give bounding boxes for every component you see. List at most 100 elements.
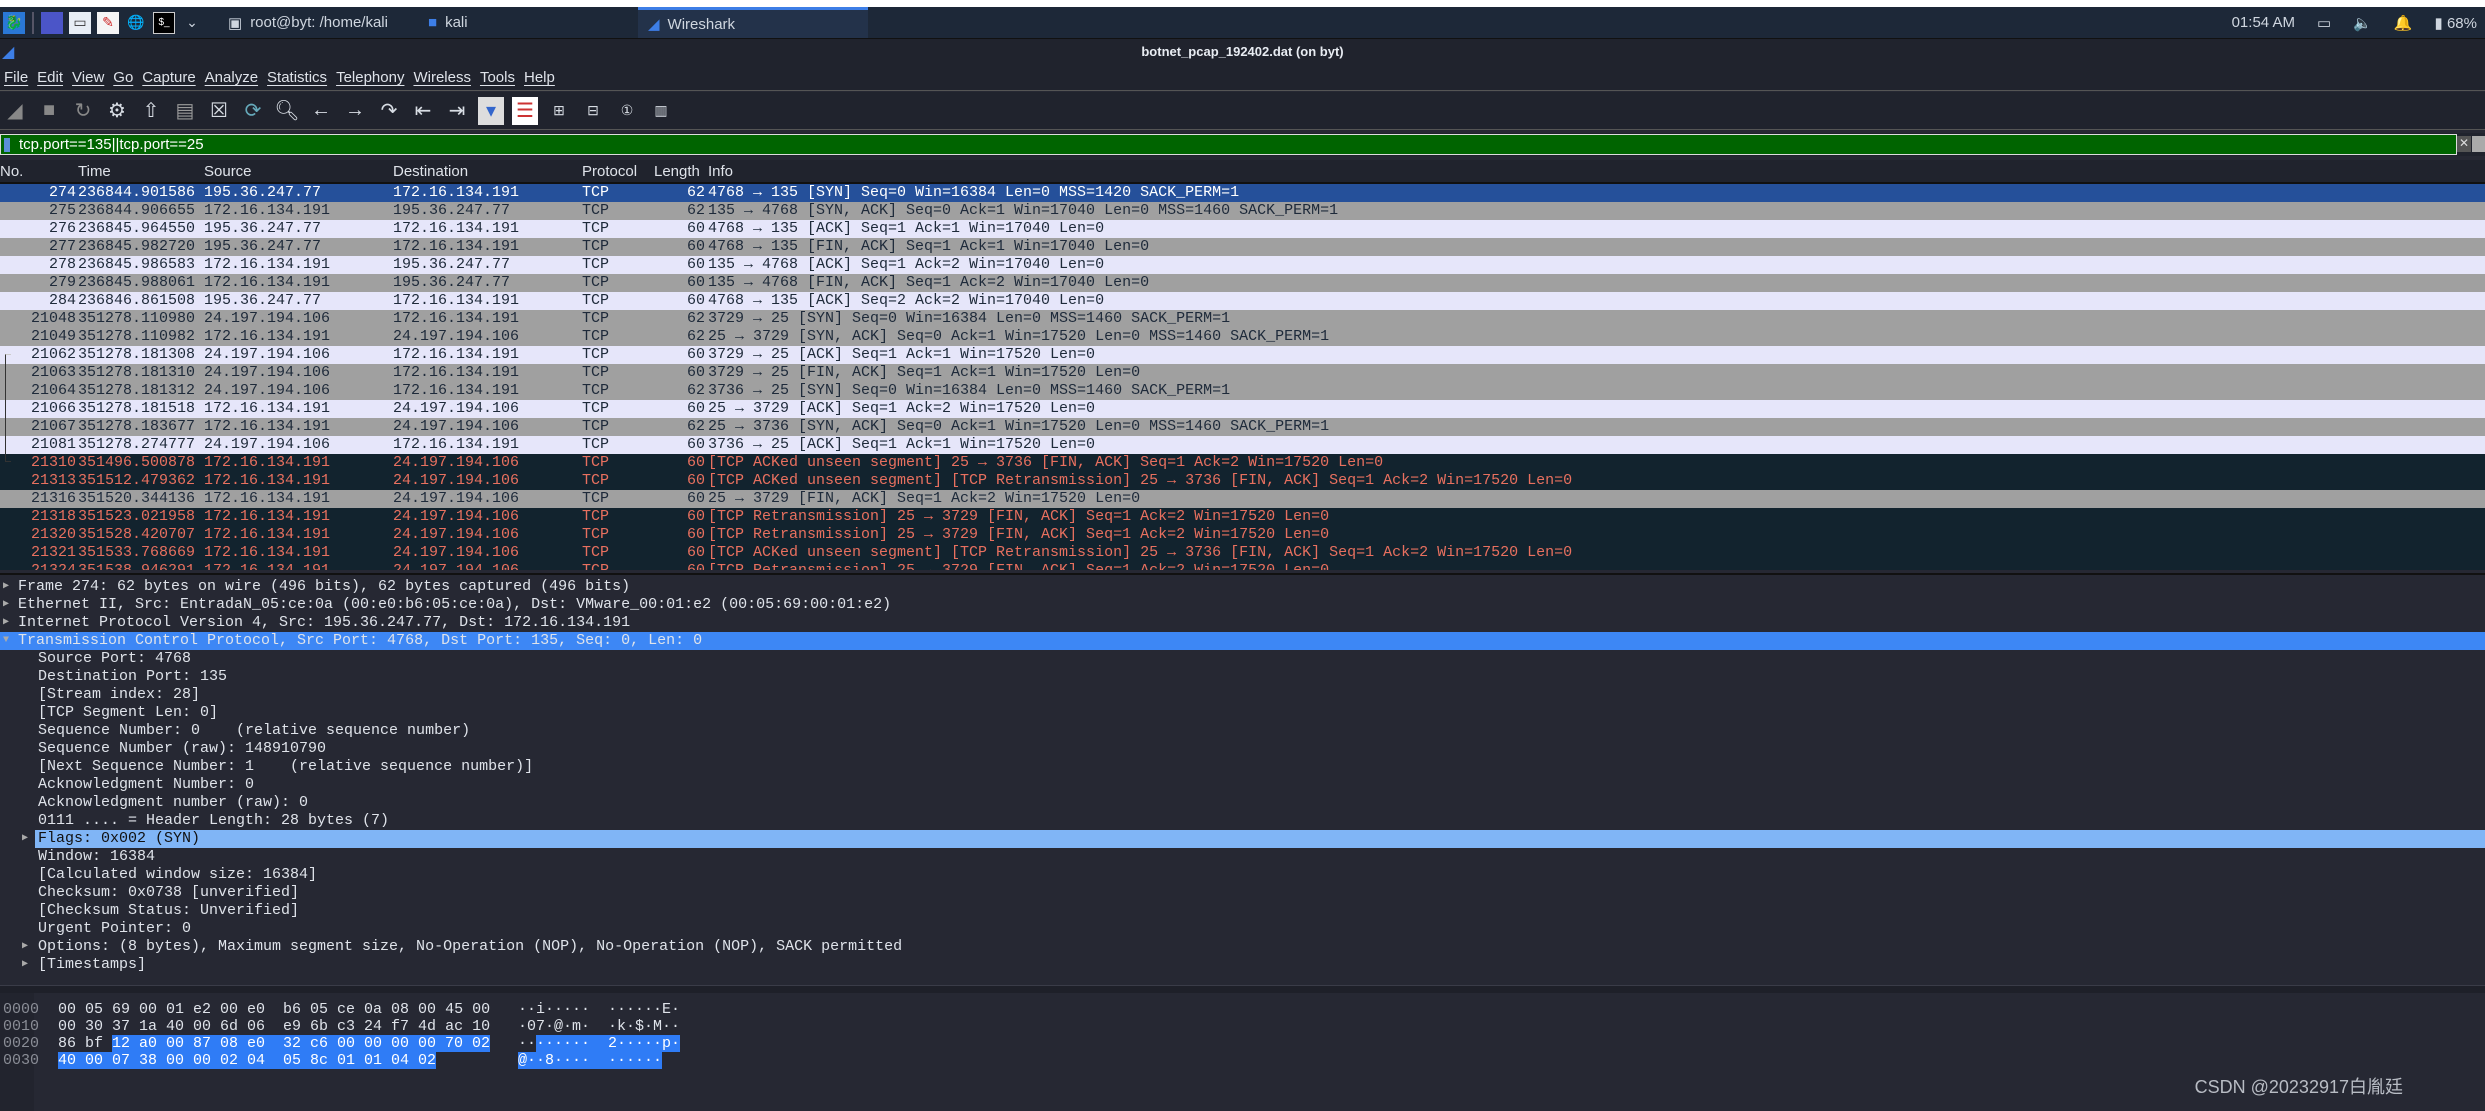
packet-row[interactable]: 21324351538.946291 172.16.134.191 24.197.1… [0,562,2485,570]
file-manager-icon[interactable]: ▭ [69,11,91,34]
pane-splitter[interactable] [0,985,2485,993]
detail-line[interactable]: ▶ Flags: 0x002 (SYN) [0,830,2485,848]
zoom-out-icon[interactable]: ⊟ [580,97,606,125]
detail-line[interactable]: [Checksum Status: Unverified] [0,902,2485,920]
menu-help[interactable]: Help [524,69,555,86]
packet-row[interactable]: 21066 351278.181518 172.16.134.191 24.197.1… [0,400,2485,418]
detail-line[interactable]: ▶ Frame 274: 62 bytes on wire (496 bits),… [0,578,2485,596]
collapsed-arrow-icon[interactable]: ▶ [22,938,28,956]
desktop-icon[interactable] [41,11,63,34]
packet-row[interactable]: 284 236846.861508 195.36.247.77 172.16.134.… [0,292,2485,310]
column-destination[interactable]: Destination [393,163,468,180]
display-filter-input[interactable]: tcp.port==135||tcp.port==25 [0,134,2457,155]
detail-line[interactable]: Checksum: 0x0738 [unverified] [0,884,2485,902]
display-icon[interactable]: ▭ [2317,14,2331,32]
menu-capture[interactable]: Capture [142,69,195,86]
menu-file[interactable]: File [4,69,28,86]
column-length[interactable]: Length [654,163,700,180]
detail-line[interactable]: [Next Sequence Number: 1 (relative seque… [0,758,2485,776]
packet-row[interactable]: 21064 351278.181312 24.197.194.106 172.16.1… [0,382,2485,400]
collapsed-arrow-icon[interactable]: ▶ [3,596,9,614]
task-terminal[interactable]: ▣ root@byt: /home/kali [218,7,418,38]
detail-line[interactable]: ▶ [Timestamps] [0,956,2485,974]
find-packet-icon[interactable]: 🔍︎ [274,97,300,125]
collapsed-arrow-icon[interactable]: ▶ [22,830,28,848]
clock[interactable]: 01:54 AM [2232,14,2295,31]
close-file-icon[interactable]: ☒ [206,97,232,125]
menu-wireless[interactable]: Wireless [413,69,471,86]
detail-line[interactable]: Sequence Number (raw): 148910790 [0,740,2485,758]
menu-statistics[interactable]: Statistics [267,69,327,86]
browser-icon[interactable]: 🌐 [125,12,147,34]
detail-line[interactable]: [TCP Segment Len: 0] [0,704,2485,722]
autoscroll-icon[interactable]: ▾ [478,96,504,125]
menu-go[interactable]: Go [113,69,133,86]
packet-row[interactable]: 276 236845.964550 195.36.247.77 172.16.134.… [0,220,2485,238]
menu-telephony[interactable]: Telephony [336,69,404,86]
column-source[interactable]: Source [204,163,252,180]
packet-row[interactable]: 21320 351528.420707 172.16.134.191 24.197.1… [0,526,2485,544]
detail-line[interactable]: [Calculated window size: 16384] [0,866,2485,884]
detail-line[interactable]: Window: 16384 [0,848,2485,866]
detail-line[interactable]: Acknowledgment Number: 0 [0,776,2485,794]
task-wireshark[interactable]: ◢ Wireshark [638,7,868,38]
last-packet-icon[interactable]: ⇥ [444,97,470,125]
terminal-launcher-icon[interactable]: $_ [153,11,175,34]
column-protocol[interactable]: Protocol [582,163,637,180]
packet-row[interactable]: 21063 351278.181310 24.197.194.106 172.16.1… [0,364,2485,382]
menu-tools[interactable]: Tools [480,69,515,86]
clear-filter-icon[interactable]: ✕ [2457,136,2471,152]
detail-line[interactable]: ▼ Transmission Control Protocol, Src Port… [0,632,2485,650]
packet-row[interactable]: 279 236845.988061 172.16.134.191 195.36.247… [0,274,2485,292]
bell-icon[interactable]: 🔔 [2394,14,2413,32]
expanded-arrow-icon[interactable]: ▼ [3,632,9,650]
detail-line[interactable]: Acknowledgment number (raw): 0 [0,794,2485,812]
detail-line[interactable]: ▶ Internet Protocol Version 4, Src: 195.3… [0,614,2485,632]
packet-row[interactable]: 275 236844.906655 172.16.134.191 195.36.247… [0,202,2485,220]
collapsed-arrow-icon[interactable]: ▶ [3,578,9,596]
first-packet-icon[interactable]: ⇤ [410,97,436,125]
column-no[interactable]: No. [0,163,23,180]
task-folder[interactable]: ■ kali [418,7,618,38]
packet-row[interactable]: 21067 351278.183677 172.16.134.191 24.197.1… [0,418,2485,436]
menu-view[interactable]: View [72,69,104,86]
open-file-icon[interactable]: ⇧ [138,97,164,125]
packet-row[interactable]: 21081 351278.274777 24.197.194.106 172.16.1… [0,436,2485,454]
restart-capture-icon[interactable]: ↻ [70,97,96,125]
detail-line[interactable]: Destination Port: 135 [0,668,2485,686]
menu-analyze[interactable]: Analyze [205,69,258,86]
go-to-packet-icon[interactable]: ↷ [376,97,402,125]
bookmark-icon[interactable] [4,138,10,152]
detail-line[interactable]: ▶ Ethernet II, Src: EntradaN_05:ce:0a (00… [0,596,2485,614]
detail-line[interactable]: Source Port: 4768 [0,650,2485,668]
colorize-icon[interactable]: ☰ [512,96,538,125]
detail-line[interactable]: 0111 .... = Header Length: 28 bytes (7) [0,812,2485,830]
packet-row[interactable]: 21321 351533.768669 172.16.134.191 24.197.1… [0,544,2485,562]
battery-icon[interactable]: ▮ 68% [2435,14,2477,32]
zoom-in-icon[interactable]: ⊞ [546,97,572,125]
packet-row[interactable]: 21048 351278.110980 24.197.194.106 172.16.1… [0,310,2485,328]
reload-file-icon[interactable]: ⟳ [240,97,266,125]
text-editor-icon[interactable]: ✎ [97,11,119,34]
kali-menu-icon[interactable]: 🐉 [3,11,25,34]
column-info[interactable]: Info [708,163,733,180]
menu-edit[interactable]: Edit [37,69,63,86]
go-back-icon[interactable]: ← [308,97,334,125]
packet-row[interactable]: 21062 351278.181308 24.197.194.106 172.16.1… [0,346,2485,364]
start-capture-icon[interactable]: ◢ [2,97,28,125]
stop-capture-icon[interactable]: ■ [36,97,62,125]
detail-line[interactable]: Sequence Number: 0 (relative sequence nu… [0,722,2485,740]
detail-line[interactable]: [Stream index: 28] [0,686,2485,704]
packet-row[interactable]: 21310 351496.500878 172.16.134.191 24.197.1… [0,454,2485,472]
packet-row[interactable]: 274 236844.901586 195.36.247.77 172.16.134.… [0,184,2485,202]
chevron-down-icon[interactable]: ⌄ [181,12,203,34]
resize-columns-icon[interactable]: ▥ [648,97,674,125]
normal-size-icon[interactable]: ① [614,97,640,125]
packet-row[interactable]: 21313 351512.479362 172.16.134.191 24.197.1… [0,472,2485,490]
packet-row[interactable]: 21316 351520.344136 172.16.134.191 24.197.1… [0,490,2485,508]
packet-row[interactable]: 278 236845.986583 172.16.134.191 195.36.247… [0,256,2485,274]
packet-row[interactable]: 21318 351523.021958 172.16.134.191 24.197.1… [0,508,2485,526]
capture-options-icon[interactable]: ⚙ [104,97,130,125]
detail-line[interactable]: ▶ Options: (8 bytes), Maximum segment siz… [0,938,2485,956]
column-time[interactable]: Time [78,163,111,180]
